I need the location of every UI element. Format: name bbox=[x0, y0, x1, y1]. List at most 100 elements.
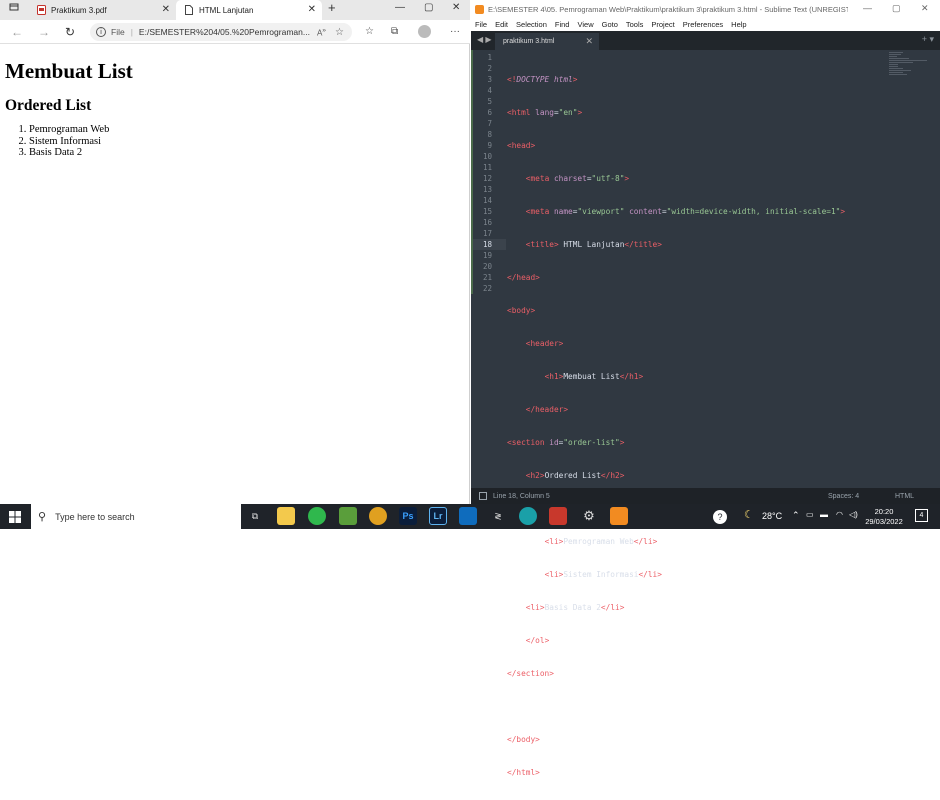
mail-icon[interactable] bbox=[459, 507, 477, 525]
tab-actions-icon[interactable] bbox=[9, 2, 19, 15]
minimap[interactable] bbox=[889, 52, 929, 82]
refresh-icon[interactable]: ↻ bbox=[65, 25, 75, 39]
close-window-icon[interactable]: ✕ bbox=[452, 2, 460, 13]
line-number: 17 bbox=[482, 229, 492, 238]
status-bar: Line 18, Column 5 Spaces: 4 HTML bbox=[471, 488, 940, 504]
list-item: Pemrograman Web bbox=[29, 124, 465, 136]
wifi-icon[interactable]: ◠ bbox=[836, 510, 843, 519]
browser-window: Praktikum 3.pdf ✕ HTML Lanjutan ✕ + — ▢ … bbox=[0, 0, 470, 504]
task-view-icon[interactable]: ⧉ bbox=[246, 507, 264, 525]
menu-edit[interactable]: Edit bbox=[495, 20, 508, 29]
windows-start-icon[interactable] bbox=[9, 511, 21, 523]
close-tab-icon[interactable]: ✕ bbox=[585, 36, 593, 47]
menu-tools[interactable]: Tools bbox=[626, 20, 644, 29]
battery-icon[interactable]: ▬ bbox=[820, 510, 828, 519]
more-icon[interactable]: ··· bbox=[450, 25, 460, 39]
sublime-title-bar: E:\SEMESTER 4\05. Pemrograman Web\Prakti… bbox=[471, 0, 940, 18]
menu-goto[interactable]: Goto bbox=[602, 20, 618, 29]
line-number: 7 bbox=[487, 119, 492, 128]
line-number: 4 bbox=[487, 86, 492, 95]
file-explorer-icon[interactable] bbox=[277, 507, 295, 525]
ordered-list: Pemrograman Web Sistem Informasi Basis D… bbox=[29, 124, 465, 159]
collections-icon[interactable]: ⧉ bbox=[391, 25, 398, 39]
page-heading: Membuat List bbox=[5, 59, 133, 83]
code-line: <body> bbox=[507, 306, 536, 315]
menu-view[interactable]: View bbox=[577, 20, 593, 29]
menu-find[interactable]: Find bbox=[555, 20, 570, 29]
maximize-icon[interactable]: ▢ bbox=[892, 3, 901, 14]
close-tab-icon[interactable]: ✕ bbox=[308, 4, 316, 15]
network-icon[interactable]: ▭ bbox=[806, 510, 814, 519]
line-number: 19 bbox=[482, 251, 492, 260]
syntax-setting[interactable]: HTML bbox=[895, 493, 914, 500]
code-line: <section id="order-list"> bbox=[507, 438, 625, 447]
profile-avatar[interactable] bbox=[418, 25, 431, 38]
menu-selection[interactable]: Selection bbox=[516, 20, 547, 29]
settings-gear-icon[interactable]: ⚙ bbox=[580, 507, 598, 525]
menu-project[interactable]: Project bbox=[651, 20, 674, 29]
tab-options-icon[interactable]: + ▾ bbox=[922, 34, 934, 45]
info-icon[interactable]: i bbox=[96, 27, 106, 37]
menu-help[interactable]: Help bbox=[731, 20, 746, 29]
back-icon[interactable]: ← bbox=[11, 25, 23, 39]
notification-center-icon[interactable]: 4 bbox=[915, 509, 928, 522]
minimize-icon[interactable]: — bbox=[395, 2, 405, 13]
volume-icon[interactable]: ◁) bbox=[849, 510, 858, 519]
help-icon[interactable]: ? bbox=[713, 510, 727, 524]
new-tab-icon[interactable]: + bbox=[328, 0, 336, 15]
close-tab-icon[interactable]: ✕ bbox=[162, 4, 170, 15]
panel-toggle-icon[interactable] bbox=[479, 492, 487, 500]
office-icon[interactable] bbox=[549, 507, 567, 525]
edge-icon[interactable] bbox=[519, 507, 537, 525]
line-number: 6 bbox=[487, 108, 492, 117]
line-number: 22 bbox=[482, 284, 492, 293]
code-line: <li>Pemrograman Web</li> bbox=[544, 537, 658, 546]
line-number: 11 bbox=[482, 163, 492, 172]
weather-icon[interactable]: ☾ bbox=[744, 508, 754, 521]
menu-bar: File Edit Selection Find View Goto Tools… bbox=[471, 18, 940, 31]
code-line: </head> bbox=[507, 273, 540, 282]
editor-tab-praktikum-3[interactable]: praktikum 3.html ✕ bbox=[495, 33, 599, 50]
line-number: 1 bbox=[487, 53, 492, 62]
editor-tab-bar: ◀ ▶ praktikum 3.html ✕ + ▾ bbox=[471, 31, 940, 50]
chrome-icon[interactable] bbox=[369, 507, 387, 525]
notepad-plus-icon[interactable] bbox=[339, 507, 357, 525]
favorite-icon[interactable]: ☆ bbox=[335, 27, 344, 38]
minimize-icon[interactable]: — bbox=[863, 3, 872, 13]
line-number: 12 bbox=[482, 174, 492, 183]
maximize-icon[interactable]: ▢ bbox=[424, 2, 433, 13]
visual-studio-code-icon[interactable]: ≷ bbox=[489, 507, 507, 525]
address-bar: ← → ↻ i File | E:/SEMESTER%204/05.%20Pem… bbox=[0, 20, 470, 44]
code-line: </body> bbox=[507, 735, 540, 744]
code-line: </ol> bbox=[525, 636, 550, 645]
show-hidden-icons-icon[interactable]: ⌃ bbox=[792, 510, 800, 521]
tab-nav-arrows-icon[interactable]: ◀ ▶ bbox=[477, 35, 492, 44]
code-editor[interactable]: <!DOCTYPE html> <html lang="en"> <head> … bbox=[507, 52, 845, 800]
weather-temperature[interactable]: 28°C bbox=[762, 511, 782, 521]
close-window-icon[interactable]: ✕ bbox=[921, 3, 929, 14]
code-line: <meta charset="utf-8"> bbox=[525, 174, 630, 183]
tab-praktikum-pdf[interactable]: Praktikum 3.pdf ✕ bbox=[28, 0, 176, 20]
taskbar-search[interactable]: ⚲ Type here to search bbox=[31, 504, 241, 529]
window-title: E:\SEMESTER 4\05. Pemrograman Web\Prakti… bbox=[488, 4, 848, 14]
url-scheme-label: File bbox=[111, 27, 125, 37]
browser-tab-bar: Praktikum 3.pdf ✕ HTML Lanjutan ✕ + — ▢ … bbox=[0, 0, 470, 20]
menu-file[interactable]: File bbox=[475, 20, 487, 29]
read-aloud-icon[interactable]: A» bbox=[317, 27, 326, 38]
favorites-icon[interactable]: ☆ bbox=[365, 25, 374, 39]
whatsapp-icon[interactable] bbox=[308, 507, 326, 525]
photoshop-icon[interactable]: Ps bbox=[399, 507, 417, 525]
menu-preferences[interactable]: Preferences bbox=[683, 20, 723, 29]
list-item: Basis Data 2 bbox=[29, 147, 465, 159]
forward-icon[interactable]: → bbox=[38, 25, 50, 39]
indentation-setting[interactable]: Spaces: 4 bbox=[828, 493, 859, 500]
sublime-text-icon[interactable] bbox=[610, 507, 628, 525]
lightroom-icon[interactable]: Lr bbox=[429, 507, 447, 525]
system-clock[interactable]: 20:20 29/03/2022 bbox=[862, 507, 906, 527]
pdf-icon bbox=[36, 5, 46, 15]
page-content: Membuat List Ordered List Pemrograman We… bbox=[0, 45, 470, 173]
code-line: </header> bbox=[525, 405, 569, 414]
url-field[interactable]: i File | E:/SEMESTER%204/05.%20Pemrogram… bbox=[90, 23, 352, 41]
tab-html-lanjutan[interactable]: HTML Lanjutan ✕ bbox=[176, 0, 322, 20]
